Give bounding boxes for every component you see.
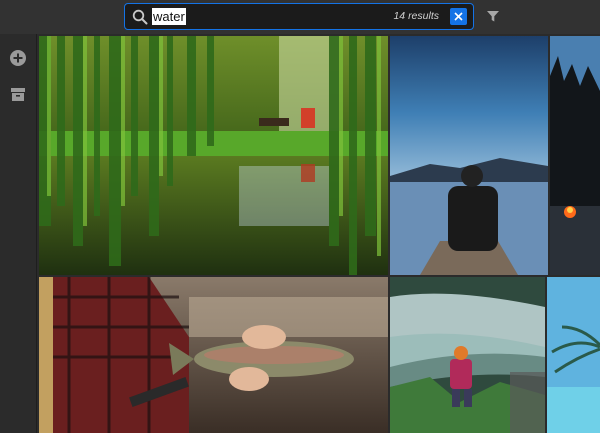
photo-tile-canoe-lake[interactable]	[390, 36, 548, 275]
photo-tile-palm-beach[interactable]	[547, 277, 600, 433]
search-box[interactable]: water 14 results	[124, 3, 474, 30]
top-bar: water 14 results	[0, 0, 600, 34]
photo-tile-willow-pond[interactable]	[39, 36, 388, 275]
search-input[interactable]: water	[152, 8, 186, 25]
photo-tile-campfire[interactable]	[550, 36, 600, 275]
left-sidebar	[0, 34, 37, 433]
search-icon	[132, 9, 148, 25]
archive-icon[interactable]	[9, 85, 27, 103]
clear-search-button[interactable]	[450, 8, 467, 25]
photo-hiker-river	[390, 277, 545, 433]
photo-trout	[39, 277, 388, 433]
photo-tile-hiker-river[interactable]	[390, 277, 545, 433]
photo-palm-beach	[547, 277, 600, 433]
photo-canoe-lake	[390, 36, 548, 275]
photo-willow-pond	[39, 36, 388, 275]
photo-tile-trout[interactable]	[39, 277, 388, 433]
results-count: 14 results	[393, 10, 439, 22]
close-icon	[454, 12, 463, 21]
plus-circle-icon[interactable]	[9, 49, 27, 67]
filter-icon[interactable]	[486, 9, 500, 23]
photo-campfire	[550, 36, 600, 275]
